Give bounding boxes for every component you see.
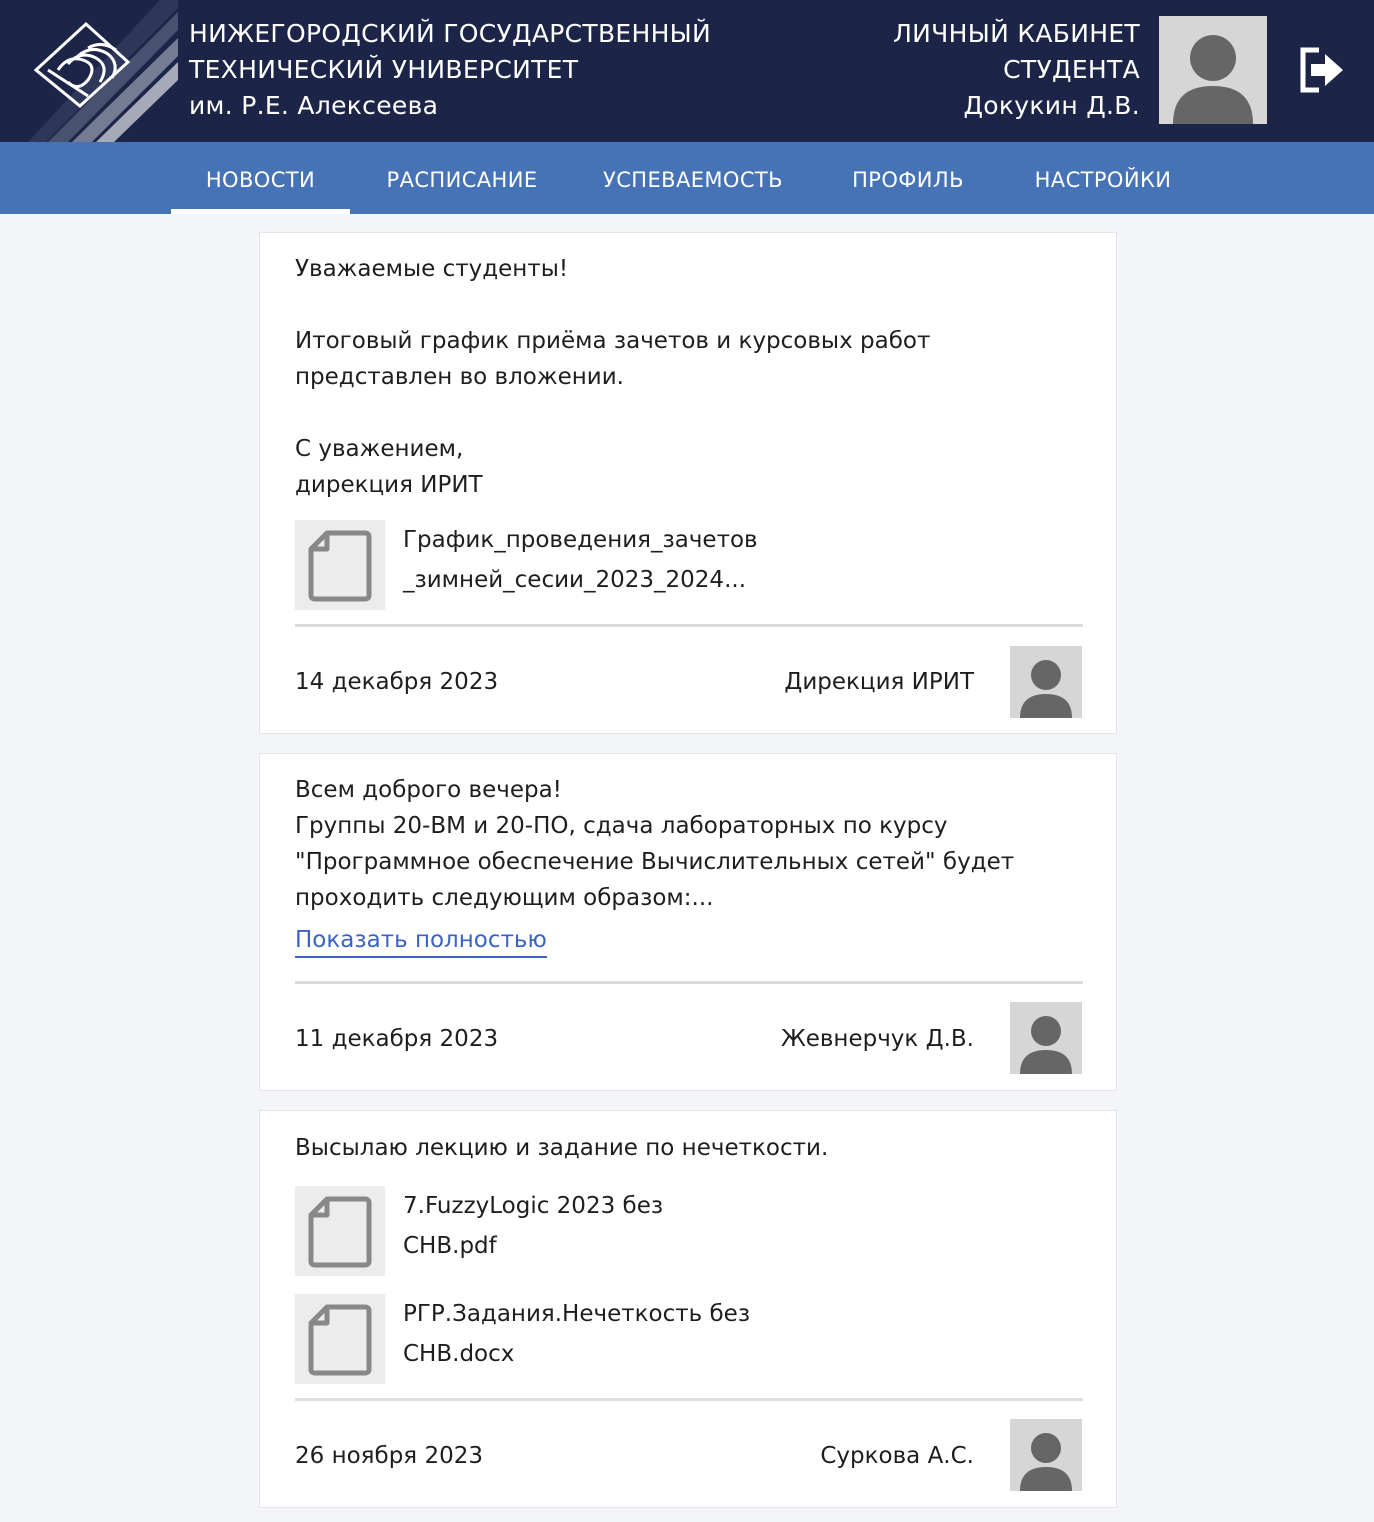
news-text: Всем доброго вечера! <box>295 777 562 803</box>
user-name: Докукин Д.В. <box>963 91 1140 120</box>
tab-news[interactable]: НОВОСТИ <box>171 142 350 214</box>
news-author: Жевнерчук Д.В. <box>780 1026 974 1052</box>
show-more-link[interactable]: Показать полностью <box>295 924 547 958</box>
news-author: Суркова А.С. <box>820 1443 974 1469</box>
cabinet-title-line: ЛИЧНЫЙ КАБИНЕТ <box>893 19 1140 48</box>
author-avatar <box>1010 1419 1082 1491</box>
news-text: Уважаемые студенты! <box>295 256 569 282</box>
news-date: 14 декабря 2023 <box>295 669 499 695</box>
attachment-file-button[interactable] <box>295 1186 385 1276</box>
university-title: НИЖЕГОРОДСКИЙ ГОСУДАРСТВЕННЫЙ ТЕХНИЧЕСКИ… <box>189 16 711 124</box>
university-title-line: НИЖЕГОРОДСКИЙ ГОСУДАРСТВЕННЫЙ <box>189 19 712 48</box>
attachment-file-button[interactable] <box>295 520 385 610</box>
attachment-name[interactable]: СНВ.pdf <box>403 1226 497 1266</box>
university-title-line: ТЕХНИЧЕСКИЙ УНИВЕРСИТЕТ <box>189 55 579 84</box>
news-card: Всем доброго вечера! Группы 20-ВМ и 20-П… <box>259 753 1117 1091</box>
author-avatar <box>1010 1002 1082 1074</box>
news-text: представлен во вложении. <box>295 364 624 390</box>
avatar-placeholder-icon <box>1020 1016 1072 1074</box>
main-nav: НОВОСТИ РАСПИСАНИЕ УСПЕВАЕМОСТЬ ПРОФИЛЬ … <box>0 142 1374 214</box>
page-header: НИЖЕГОРОДСКИЙ ГОСУДАРСТВЕННЫЙ ТЕХНИЧЕСКИ… <box>0 0 1374 142</box>
author-avatar <box>1010 646 1082 718</box>
avatar-placeholder-icon <box>1020 660 1072 718</box>
attachment-name[interactable]: СНВ.docx <box>403 1334 514 1374</box>
attachment-name[interactable]: _зимней_сесии_2023_2024... <box>403 560 746 600</box>
news-text: С уважением, <box>295 436 464 462</box>
avatar-placeholder-icon <box>1173 35 1253 124</box>
news-date: 26 ноября 2023 <box>295 1443 483 1469</box>
attachment-file-button[interactable] <box>295 1294 385 1384</box>
attachment-name[interactable]: 7.FuzzyLogic 2023 без <box>403 1186 663 1226</box>
tab-schedule[interactable]: РАСПИСАНИЕ <box>368 142 556 214</box>
attachment-name[interactable]: РГР.Задания.Нечеткость без <box>403 1294 750 1334</box>
news-text: Группы 20-ВМ и 20-ПО, сдача лабораторных… <box>295 813 948 839</box>
avatar-placeholder-icon <box>1020 1433 1072 1491</box>
file-icon <box>308 1304 372 1376</box>
tab-settings[interactable]: НАСТРОЙКИ <box>1014 142 1192 214</box>
cabinet-title: ЛИЧНЫЙ КАБИНЕТ СТУДЕНТА Докукин Д.В. <box>893 16 1140 124</box>
university-logo[interactable] <box>28 0 178 142</box>
file-icon <box>308 1196 372 1268</box>
news-text: Итоговый график приёма зачетов и курсовы… <box>295 328 931 354</box>
news-text: "Программное обеспечение Вычислительных … <box>295 849 1015 875</box>
logout-icon <box>1300 47 1343 93</box>
news-date: 11 декабря 2023 <box>295 1026 499 1052</box>
news-text: проходить следующим образом:... <box>295 885 714 911</box>
university-title-line: им. Р.Е. Алексеева <box>189 91 439 120</box>
news-text: Высылаю лекцию и задание по нечеткости. <box>295 1135 829 1161</box>
cabinet-title-line: СТУДЕНТА <box>1003 55 1140 84</box>
divider <box>295 624 1083 627</box>
news-card: Уважаемые студенты! Итоговый график приё… <box>259 232 1117 734</box>
user-avatar[interactable] <box>1159 16 1267 124</box>
divider <box>295 1398 1083 1401</box>
logout-button[interactable] <box>1297 44 1345 96</box>
news-card: Высылаю лекцию и задание по нечеткости. … <box>259 1110 1117 1508</box>
file-icon <box>308 530 372 602</box>
news-author: Дирекция ИРИТ <box>784 669 974 695</box>
attachment-name[interactable]: График_проведения_зачетов <box>403 520 758 560</box>
divider <box>295 981 1083 984</box>
tab-profile[interactable]: ПРОФИЛЬ <box>836 142 980 214</box>
news-text: дирекция ИРИТ <box>295 472 483 498</box>
tab-grades[interactable]: УСПЕВАЕМОСТЬ <box>588 142 798 214</box>
